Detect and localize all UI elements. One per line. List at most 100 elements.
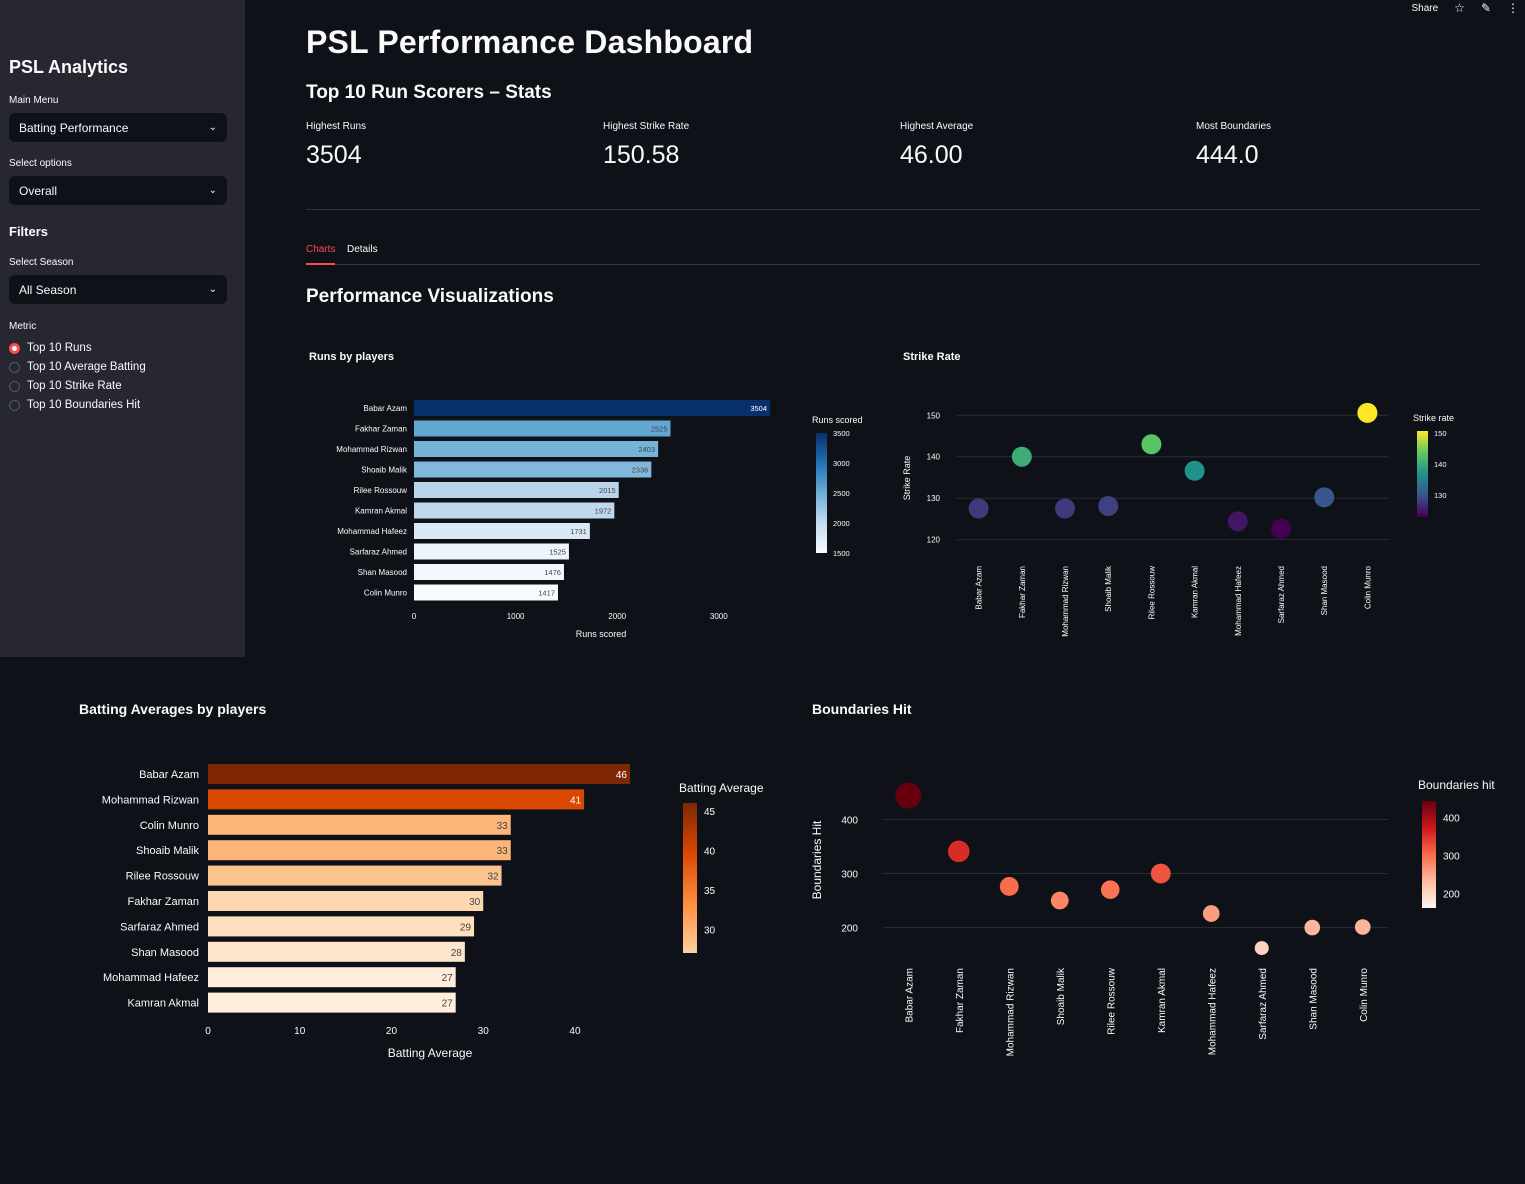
x-tick-label: 10: [294, 1026, 306, 1037]
y-tick-label: Colin Munro: [140, 820, 199, 832]
y-tick-label: Mohammad Hafeez: [103, 972, 199, 984]
x-tick-label: Rilee Rossouw: [1147, 566, 1156, 620]
x-tick-label: Shan Masood: [1320, 566, 1329, 615]
scatter-point: [1011, 446, 1032, 467]
bar-data-label: 1525: [549, 548, 566, 557]
bar: [208, 992, 456, 1013]
scatter-point: [1150, 863, 1171, 884]
bar-data-label: 2403: [638, 445, 655, 454]
x-tick-label: Colin Munro: [1363, 565, 1372, 609]
bar-data-label: 28: [451, 948, 463, 959]
x-tick-label: Babar Azam: [904, 968, 915, 1022]
x-tick-label: Mohammad Hafeez: [1234, 566, 1243, 636]
x-tick-label: 30: [478, 1026, 490, 1037]
y-tick-label: 200: [841, 924, 858, 935]
colorbar-tick-label: 2000: [833, 519, 850, 528]
bar: [208, 916, 475, 937]
y-tick-label: 400: [841, 815, 858, 826]
scatter-point: [947, 840, 970, 863]
colorbar-tick-label: 200: [1443, 890, 1460, 901]
scatter-point: [1304, 919, 1321, 936]
chart-title: Runs by players: [309, 351, 394, 363]
bar-data-label: 33: [497, 846, 509, 857]
bar: [414, 584, 558, 601]
y-tick-label: Rilee Rossouw: [354, 486, 408, 495]
x-axis-title: Batting Average: [388, 1046, 473, 1060]
y-tick-label: Kamran Akmal: [127, 998, 199, 1010]
y-tick-label: Shan Masood: [131, 947, 199, 959]
bar: [208, 789, 585, 810]
x-axis-title: Runs scored: [576, 629, 627, 639]
colorbar: [1417, 431, 1428, 517]
x-tick-label: Fakhar Zaman: [955, 968, 966, 1033]
bar-data-label: 1731: [570, 527, 587, 536]
y-tick-label: Mohammad Hafeez: [337, 527, 407, 536]
colorbar-tick-label: 130: [1434, 491, 1447, 500]
colorbar-tick-label: 40: [704, 846, 716, 857]
scatter-point: [1357, 402, 1378, 423]
x-tick-label: Colin Munro: [1359, 968, 1370, 1022]
scatter-point: [1314, 487, 1335, 508]
scatter-point: [1141, 434, 1162, 455]
scatter-point: [1055, 498, 1075, 519]
bar: [208, 840, 511, 861]
scatter-point: [1271, 518, 1291, 539]
y-tick-label: 150: [927, 411, 941, 420]
x-tick-label: 1000: [507, 612, 525, 621]
bar: [414, 523, 590, 539]
y-tick-label: Fakhar Zaman: [127, 896, 199, 908]
x-tick-label: Shan Masood: [1308, 968, 1319, 1030]
scatter-point: [1202, 905, 1220, 922]
scatter-point: [1354, 919, 1371, 935]
chart-title: Strike Rate: [903, 351, 960, 363]
y-tick-label: 120: [927, 536, 941, 545]
x-tick-label: Kamran Akmal: [1157, 968, 1168, 1033]
chart-title: Batting Averages by players: [79, 701, 266, 717]
y-tick-label: Colin Munro: [364, 589, 408, 598]
bar: [208, 814, 511, 835]
bar-data-label: 30: [469, 897, 481, 908]
bar: [414, 543, 569, 560]
bar: [414, 502, 615, 519]
scatter-point: [968, 498, 989, 519]
scatter-point: [1050, 891, 1069, 910]
x-tick-label: Rilee Rossouw: [1106, 967, 1117, 1034]
colorbar-tick-label: 2500: [833, 489, 850, 498]
x-tick-label: 20: [386, 1026, 398, 1037]
colorbar-title: Batting Average: [679, 781, 764, 795]
y-tick-label: Babar Azam: [139, 769, 199, 781]
x-tick-label: Sarfaraz Ahmed: [1258, 968, 1269, 1040]
colorbar: [816, 433, 827, 553]
bar: [208, 967, 456, 988]
bar: [414, 564, 564, 580]
y-tick-label: Sarfaraz Ahmed: [350, 548, 407, 557]
colorbar: [683, 803, 697, 953]
y-tick-label: Fakhar Zaman: [355, 425, 407, 434]
x-tick-label: Mohammad Hafeez: [1207, 968, 1218, 1055]
x-tick-label: Kamran Akmal: [1191, 566, 1200, 618]
bar-data-label: 32: [487, 872, 499, 883]
bar-data-label: 2336: [632, 466, 649, 475]
bar: [414, 441, 659, 457]
colorbar: [1422, 801, 1436, 908]
y-tick-label: Mohammad Rizwan: [102, 794, 199, 806]
y-axis-title: Strike Rate: [902, 456, 912, 501]
colorbar-tick-label: 400: [1443, 814, 1460, 825]
y-tick-label: Shan Masood: [358, 568, 407, 577]
colorbar-tick-label: 150: [1434, 429, 1447, 438]
y-tick-label: Shoaib Malik: [361, 466, 408, 475]
bar: [208, 764, 630, 784]
x-tick-label: Shoaib Malik: [1104, 565, 1113, 612]
x-tick-label: Mohammad Rizwan: [1005, 968, 1016, 1056]
y-tick-label: 140: [927, 453, 941, 462]
x-tick-label: 3000: [710, 612, 728, 621]
bar: [208, 865, 502, 886]
bar-data-label: 3504: [750, 404, 767, 413]
x-tick-label: Shoaib Malik: [1056, 967, 1067, 1025]
bar-data-label: 1476: [544, 568, 561, 577]
colorbar-tick-label: 1500: [833, 549, 850, 558]
x-tick-label: 0: [205, 1026, 211, 1037]
bar-data-label: 27: [442, 999, 454, 1010]
y-tick-label: Mohammad Rizwan: [336, 445, 407, 454]
bar-data-label: 1417: [538, 589, 555, 598]
